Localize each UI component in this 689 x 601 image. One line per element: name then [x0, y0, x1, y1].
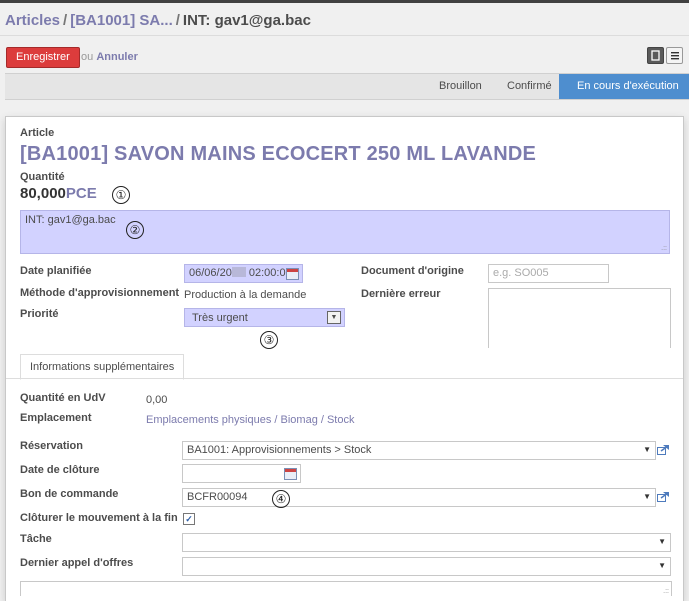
product-name[interactable]: [BA1001] SAVON MAINS ECOCERT 250 ML LAVA… — [20, 143, 536, 166]
external-link-icon[interactable] — [657, 445, 669, 455]
reservation-label: Réservation — [20, 440, 83, 452]
notes-textarea[interactable]: .:: — [20, 581, 672, 596]
priority-value: Très urgent — [192, 312, 248, 324]
annotation-1: ① — [112, 186, 130, 204]
task-select[interactable]: ▼ — [182, 533, 671, 552]
last-tender-select[interactable]: ▼ — [182, 557, 671, 576]
task-label: Tâche — [20, 533, 52, 545]
calendar-icon[interactable] — [284, 468, 297, 480]
or-text: ou — [81, 51, 94, 63]
location-link[interactable]: Emplacements physiques / Biomag / Stock — [146, 414, 354, 426]
last-error-label: Dernière erreur — [361, 288, 441, 300]
list-view-icon[interactable] — [666, 47, 683, 64]
origin-placeholder: e.g. SO005 — [493, 267, 549, 279]
dropdown-caret-icon[interactable]: ▼ — [327, 311, 341, 324]
date-planned-label: Date planifiée — [20, 265, 92, 277]
dropdown-caret-icon[interactable]: ▼ — [658, 561, 666, 570]
quantity-label: Quantité — [20, 171, 65, 183]
checkmark-icon: ✓ — [185, 514, 193, 524]
priority-label: Priorité — [20, 308, 59, 320]
product-label: Article — [20, 127, 55, 139]
status-bar: Brouillon Confirmé En cours d'exécution — [5, 73, 689, 100]
priority-select[interactable]: Très urgent ▼ — [184, 308, 345, 327]
form-sheet: Article [BA1001] SAVON MAINS ECOCERT 250… — [5, 116, 684, 601]
breadcrumb-articles[interactable]: Articles — [5, 12, 60, 29]
cancel-button[interactable]: Annuler — [96, 51, 138, 63]
breadcrumb: Articles / [BA1001] SA... / INT: gav1@ga.bac — [5, 12, 311, 29]
quantity-value: 80,000 — [20, 185, 66, 202]
breadcrumb-separator: / — [175, 12, 180, 29]
dropdown-caret-icon[interactable]: ▼ — [643, 445, 651, 454]
annotation-3: ③ — [260, 331, 278, 349]
close-move-label: Clôturer le mouvement à la fin — [20, 512, 178, 524]
dropdown-caret-icon[interactable]: ▼ — [643, 492, 651, 501]
cancel-area: ou Annuler — [81, 51, 138, 63]
annotation-4: ④ — [272, 490, 290, 508]
save-button[interactable]: Enregistrer — [6, 47, 80, 68]
quantity-uom[interactable]: PCE — [66, 185, 97, 202]
form-view-icon[interactable] — [647, 47, 664, 64]
purchase-order-label: Bon de commande — [20, 488, 119, 500]
date-planned-value: 06/06/20 02:00:00 — [189, 267, 292, 279]
uos-qty-label: Quantité en UdV — [20, 392, 106, 404]
last-error-textarea[interactable] — [488, 288, 671, 348]
header-divider — [0, 35, 689, 36]
procure-method-label: Méthode d'approvisionnement — [20, 287, 180, 299]
resize-grip-icon[interactable]: .:: — [661, 245, 667, 252]
move-name-field[interactable]: INT: gav1@ga.bac .:: — [20, 210, 670, 254]
breadcrumb-separator: / — [63, 12, 68, 29]
close-move-checkbox[interactable]: ✓ — [183, 513, 195, 525]
close-date-input[interactable] — [182, 464, 301, 483]
close-date-label: Date de clôture — [20, 464, 100, 476]
purchase-order-select[interactable]: BCFR00094 ▼ — [182, 488, 656, 507]
location-label: Emplacement — [20, 412, 92, 424]
top-navbar — [0, 0, 689, 3]
procure-method-value: Production à la demande — [184, 289, 307, 301]
date-planned-input[interactable]: 06/06/20 02:00:00 — [184, 264, 303, 283]
last-tender-label: Dernier appel d'offres — [20, 557, 134, 569]
reservation-select[interactable]: BA1001: Approvisionnements > Stock ▼ — [182, 441, 656, 460]
breadcrumb-product[interactable]: [BA1001] SA... — [70, 12, 173, 29]
status-running[interactable]: En cours d'exécution — [559, 74, 689, 99]
view-switcher — [647, 47, 683, 64]
breadcrumb-current: INT: gav1@ga.bac — [182, 12, 311, 29]
move-name-value: INT: gav1@ga.bac — [25, 214, 116, 226]
uos-qty-value: 0,00 — [146, 394, 168, 406]
tab-divider — [6, 378, 683, 379]
reservation-value: BA1001: Approvisionnements > Stock — [187, 444, 372, 456]
origin-label: Document d'origine — [361, 265, 464, 277]
annotation-2: ② — [126, 221, 144, 239]
calendar-icon[interactable] — [286, 268, 299, 280]
quantity-field[interactable]: 80,000PCE — [20, 185, 97, 202]
dropdown-caret-icon[interactable]: ▼ — [658, 537, 666, 546]
external-link-icon[interactable] — [657, 492, 669, 502]
tab-additional-info[interactable]: Informations supplémentaires — [20, 354, 185, 380]
status-draft[interactable]: Brouillon — [439, 74, 482, 99]
purchase-order-value: BCFR00094 — [187, 491, 248, 503]
status-confirmed[interactable]: Confirmé — [507, 74, 552, 99]
origin-input[interactable]: e.g. SO005 — [488, 264, 609, 283]
resize-grip-icon[interactable]: .:: — [663, 588, 669, 595]
